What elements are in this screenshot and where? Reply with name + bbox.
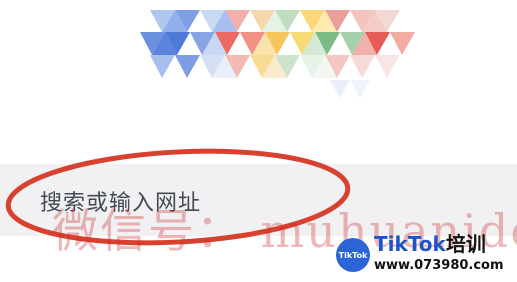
brand-logo: TikTok TikTok培训 www.073980.com bbox=[336, 232, 516, 280]
brand-url: www.073980.com bbox=[374, 258, 504, 273]
brand-name-cn: 培训 bbox=[445, 232, 486, 256]
browser-doodle-logo bbox=[140, 10, 415, 98]
brand-badge-icon: TikTok bbox=[336, 238, 370, 272]
brand-name-en: TikTok bbox=[374, 232, 446, 256]
brand-name: TikTok培训 bbox=[374, 234, 486, 254]
